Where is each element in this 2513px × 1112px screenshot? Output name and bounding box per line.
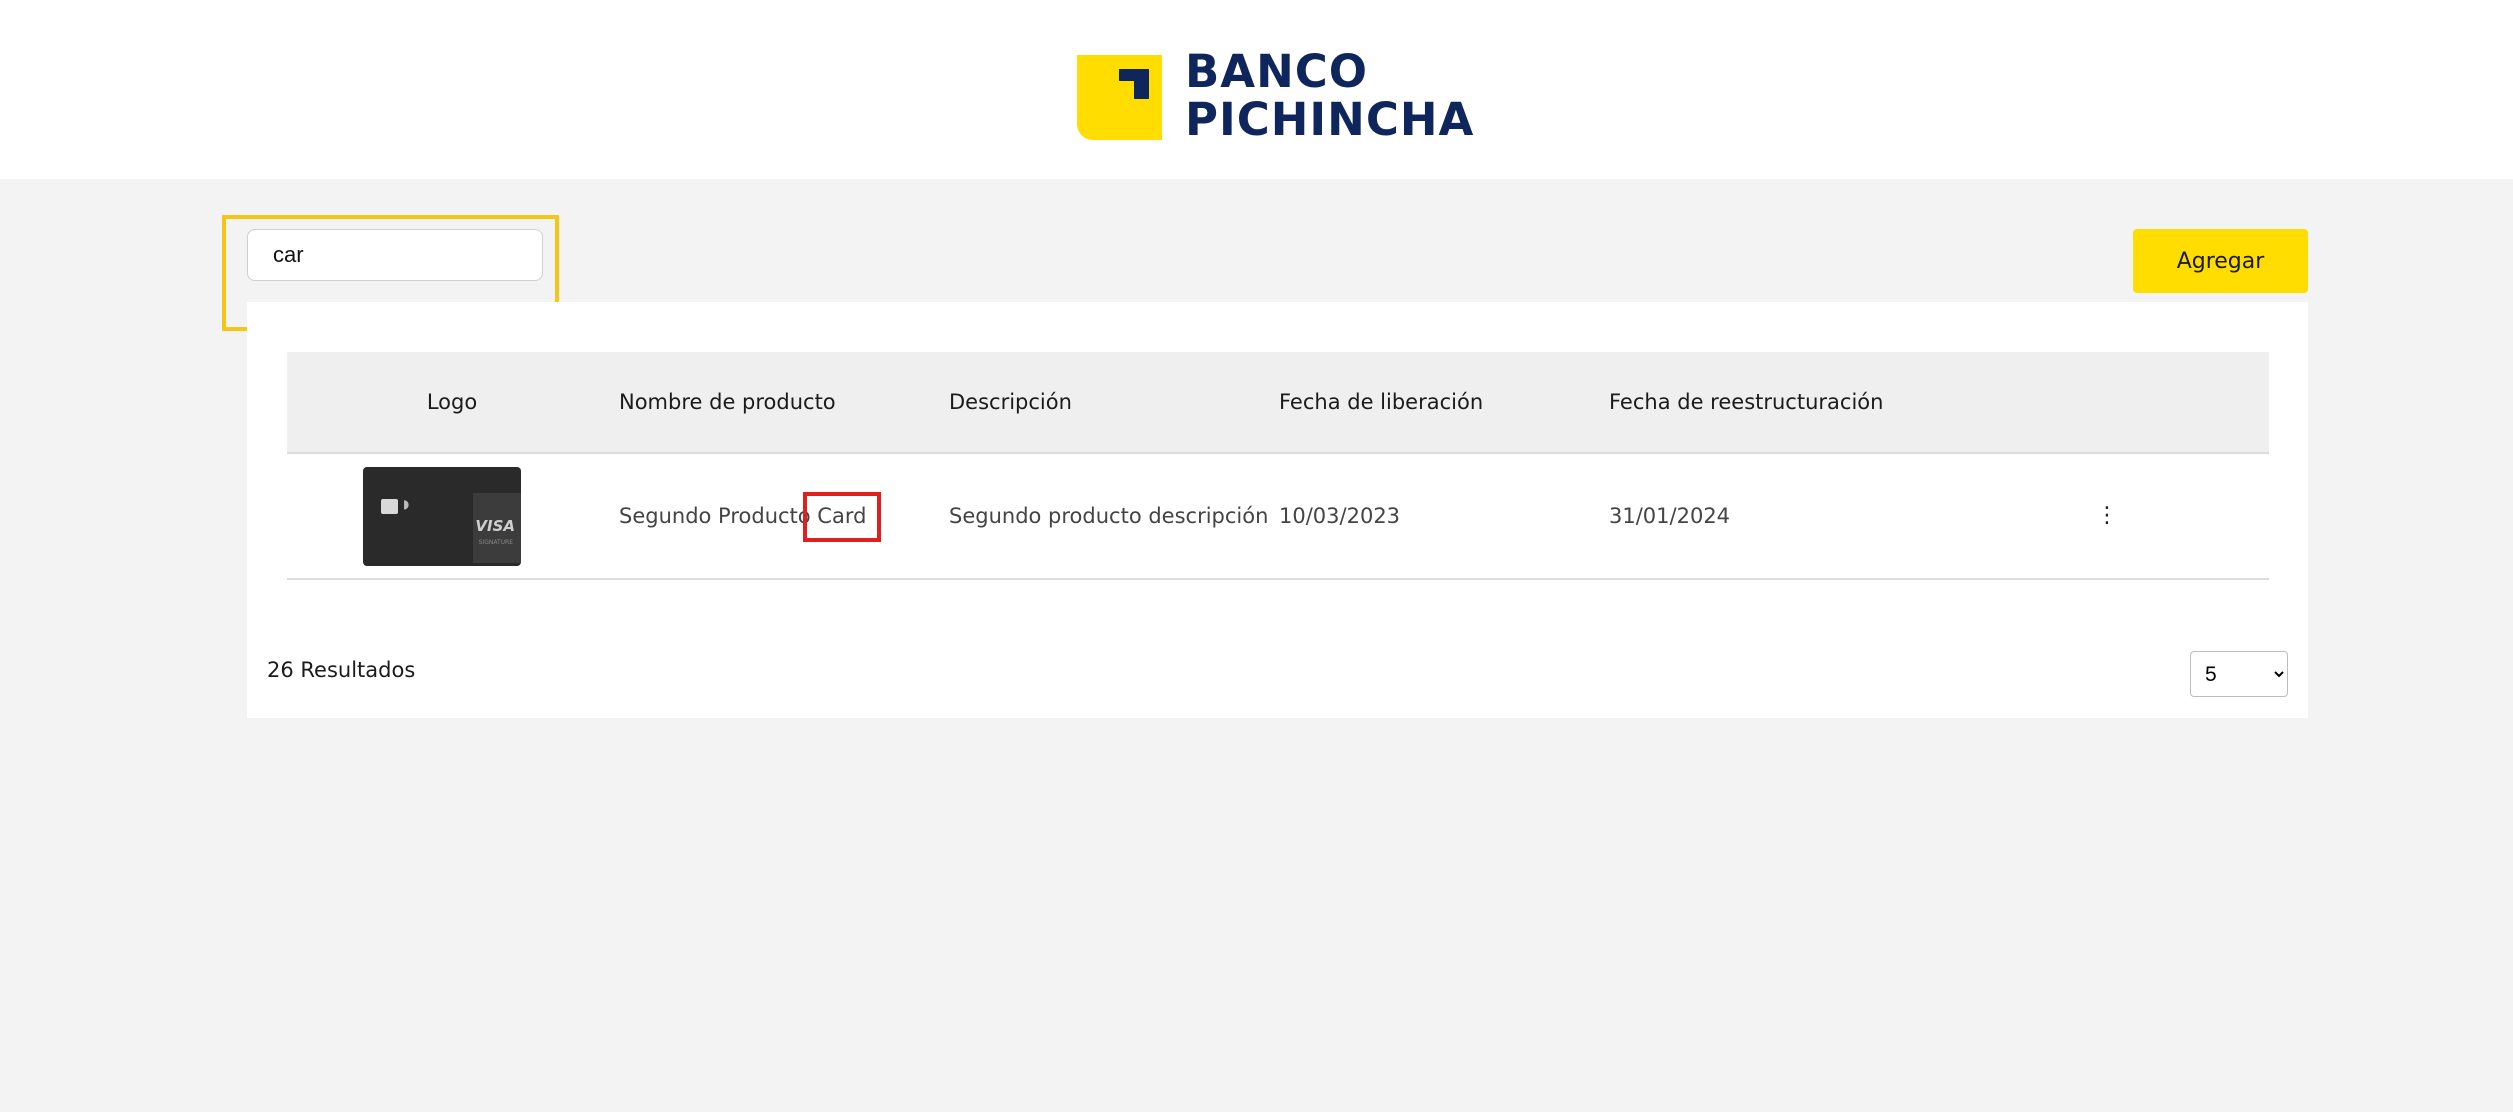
products-table: Logo Nombre de producto Descripción Fech… [287, 352, 2269, 580]
column-header-name: Nombre de producto [619, 390, 836, 414]
table-row: ◗ VISA SIGNATURE Segundo Producto Card S… [287, 454, 2269, 580]
product-restructure-date: 31/01/2024 [1609, 504, 1731, 528]
products-panel: Logo Nombre de producto Descripción Fech… [247, 302, 2308, 718]
logo-line-2: PICHINCHA [1185, 93, 1475, 146]
row-menu-button[interactable]: ⋮ [2092, 454, 2122, 578]
match-highlight-box [803, 492, 881, 542]
product-description: Segundo producto descripción [949, 504, 1269, 528]
column-header-logo: Logo [426, 390, 478, 414]
logo-wordmark: BANCO PICHINCHA [1185, 48, 1474, 144]
credit-card-image: ◗ VISA SIGNATURE [363, 466, 521, 566]
column-header-restructure-date: Fecha de reestructuración [1609, 390, 1884, 414]
logo-line-1: BANCO [1185, 45, 1369, 98]
search-input[interactable] [247, 229, 543, 281]
column-header-release-date: Fecha de liberación [1279, 390, 1484, 414]
add-product-button[interactable]: Agregar [2133, 229, 2308, 293]
results-count: 26 Resultados [267, 658, 416, 682]
page-size-select[interactable]: 5 [2190, 651, 2288, 697]
kebab-menu-icon[interactable]: ⋮ [2096, 505, 2118, 527]
column-header-description: Descripción [949, 390, 1072, 414]
logo-mark-icon [1077, 55, 1162, 140]
product-release-date: 10/03/2023 [1279, 504, 1401, 528]
app-header: BANCO PICHINCHA [0, 0, 2513, 179]
banco-pichincha-logo: BANCO PICHINCHA [1077, 48, 1487, 144]
table-header: Logo Nombre de producto Descripción Fech… [287, 352, 2269, 454]
